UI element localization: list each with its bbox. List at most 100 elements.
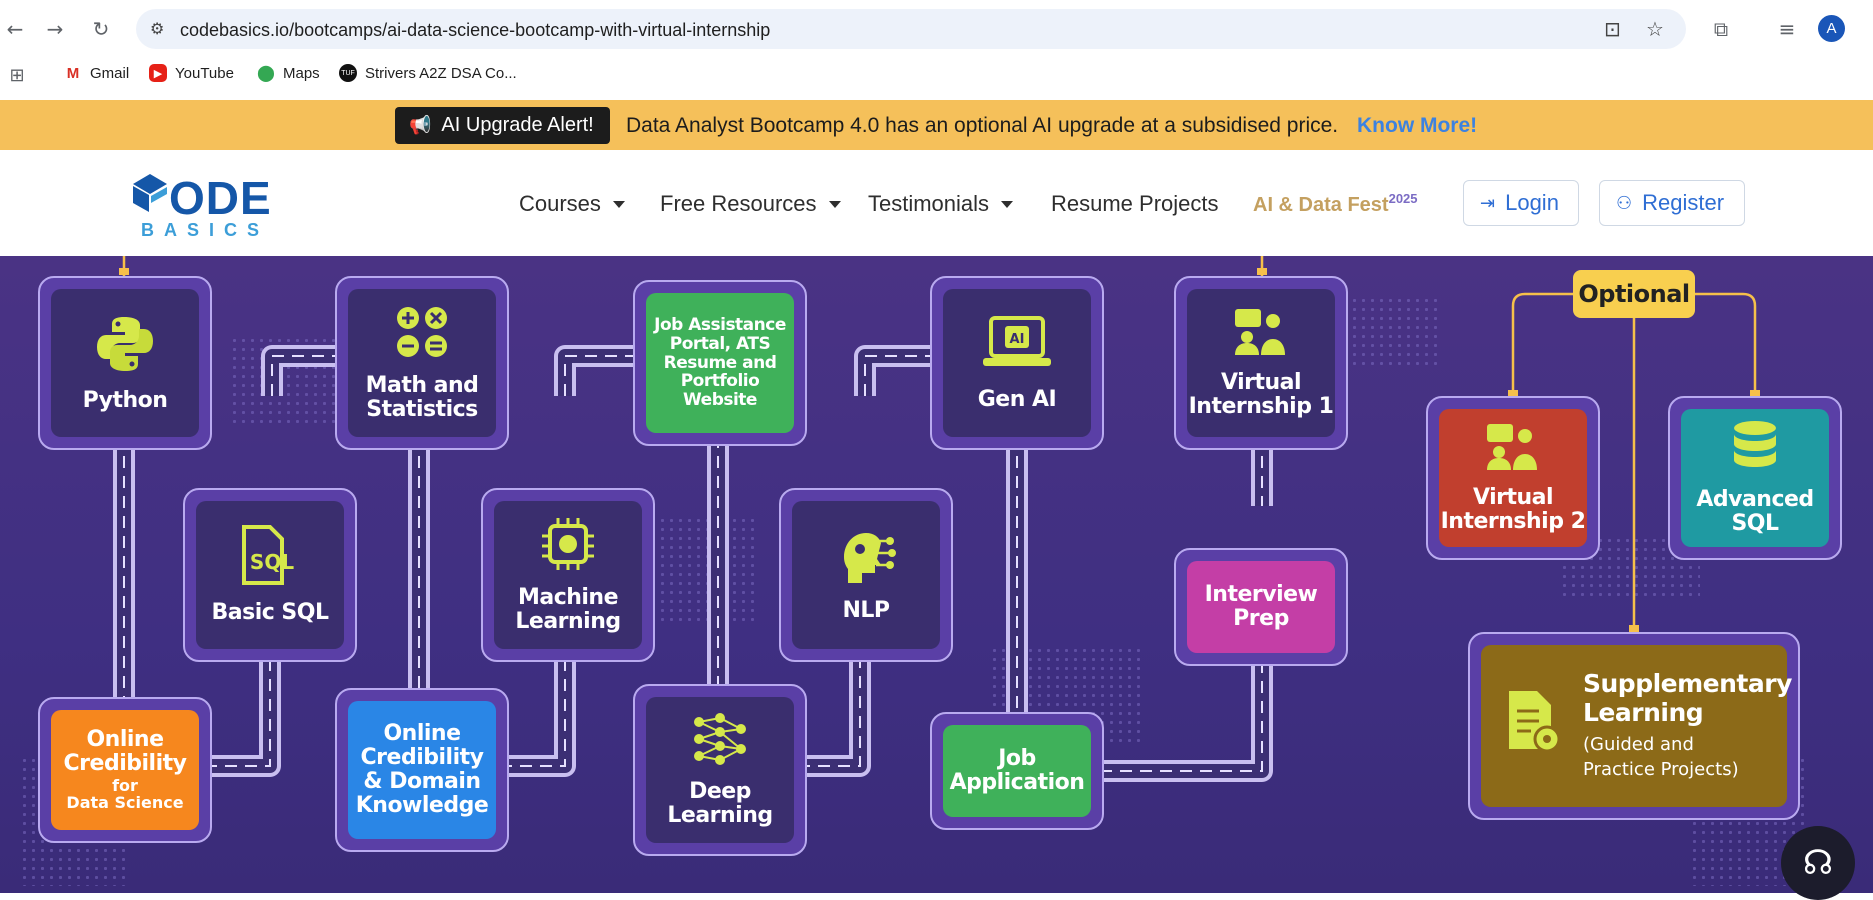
node-job-assistance-inner: Job Assistance Portal, ATS Resume and Po… xyxy=(646,293,794,433)
node-label: Python xyxy=(82,387,168,413)
node-online-credibility-ds[interactable]: Online Credibility for Data Science xyxy=(38,697,212,843)
media-control-icon[interactable]: ≡ xyxy=(1772,14,1802,44)
register-button[interactable]: ⚇ Register xyxy=(1599,180,1745,226)
node-machine-learning[interactable]: Machine Learning xyxy=(481,488,655,662)
codebasics-logo[interactable]: ODE BASICS xyxy=(131,172,291,242)
chevron-down-icon xyxy=(612,200,625,208)
logo-text-top: ODE xyxy=(169,172,272,224)
node-supp-inner: Supplementary Learning (Guided and Pract… xyxy=(1481,645,1792,807)
reload-icon[interactable]: ↻ xyxy=(86,14,116,44)
node-python-inner: Python xyxy=(51,289,199,437)
python-icon xyxy=(94,313,156,383)
node-label: Interview Prep xyxy=(1204,581,1318,631)
know-more-link[interactable]: Know More! xyxy=(1357,114,1477,138)
bookmark-youtube[interactable]: ▶ YouTube xyxy=(149,64,234,82)
fest-year: 2025 xyxy=(1388,191,1418,206)
browser-chrome: ← → ↻ ⚙ codebasics.io/bootcamps/ai-data-… xyxy=(0,0,1873,100)
url-text: codebasics.io/bootcamps/ai-data-science-… xyxy=(180,20,771,40)
presenter-icon xyxy=(1233,307,1289,365)
login-button[interactable]: ⇥ Login xyxy=(1463,180,1579,226)
site-info-icon[interactable]: ⚙ xyxy=(150,19,164,38)
node-gen-ai-inner: AI Gen AI xyxy=(943,289,1091,437)
bookmark-strivers[interactable]: TUF Strivers A2Z DSA Co... xyxy=(339,64,517,82)
node-vi1-inner: Virtual Internship 1 xyxy=(1187,289,1335,437)
node-label: Job Assistance Portal, ATS Resume and Po… xyxy=(654,315,786,411)
site-header: ODE BASICS Courses Free Resources Testim… xyxy=(0,150,1873,256)
logo-c-mark xyxy=(131,172,169,221)
support-chat-button[interactable]: ☊ xyxy=(1781,826,1855,900)
database-icon xyxy=(1732,420,1778,482)
node-label: Math and Statistics xyxy=(365,372,479,422)
node-dl-inner: Deep Learning xyxy=(646,697,794,843)
math-operations-icon xyxy=(394,304,450,368)
menu-label: Courses xyxy=(519,191,601,216)
login-icon: ⇥ xyxy=(1480,192,1496,214)
tuf-icon: TUF xyxy=(339,64,357,82)
node-interview-inner: Interview Prep xyxy=(1187,561,1335,653)
menu-label: Resume Projects xyxy=(1051,191,1219,216)
node-basic-sql-inner: SQL Basic SQL xyxy=(196,501,344,649)
node-supplementary-learning[interactable]: Supplementary Learning (Guided and Pract… xyxy=(1468,632,1800,820)
ai-laptop-icon: AI xyxy=(981,314,1053,382)
bookmark-label: YouTube xyxy=(175,64,234,82)
extensions-icon[interactable]: ⧉ xyxy=(1706,14,1736,44)
headset-icon: ☊ xyxy=(1802,843,1834,883)
bookmark-maps[interactable]: ⬤ Maps xyxy=(257,64,320,82)
optional-label: Optional xyxy=(1573,270,1695,318)
bookmark-label: Gmail xyxy=(90,64,130,82)
node-virtual-internship-1[interactable]: Virtual Internship 1 xyxy=(1174,276,1348,450)
node-label: Supplementary Learning xyxy=(1583,668,1792,727)
svg-text:SQL: SQL xyxy=(250,550,294,574)
node-job-assistance[interactable]: Job Assistance Portal, ATS Resume and Po… xyxy=(633,280,807,446)
node-gen-ai[interactable]: AI Gen AI xyxy=(930,276,1104,450)
node-label: Gen AI xyxy=(977,386,1057,412)
node-online-credibility-dk[interactable]: Online Credibility & Domain Knowledge xyxy=(335,688,509,852)
bootcamp-roadmap: Optional Python Math and Statistics Job … xyxy=(0,256,1873,893)
ai-data-fest-link[interactable]: AI & Data Fest2025 xyxy=(1253,191,1418,217)
node-sublabel: (Guided and Practice Projects) xyxy=(1583,734,1739,780)
node-python[interactable]: Python xyxy=(38,276,212,450)
apps-grid-icon[interactable]: ⊞ xyxy=(2,60,32,90)
node-label: Virtual Internship 1 xyxy=(1188,369,1334,419)
brain-chip-icon xyxy=(538,516,598,580)
sql-file-icon: SQL xyxy=(238,524,302,595)
profile-avatar[interactable]: A xyxy=(1818,15,1845,42)
register-user-icon: ⚇ xyxy=(1616,192,1633,214)
node-math-inner: Math and Statistics xyxy=(348,289,496,437)
node-interview-prep[interactable]: Interview Prep xyxy=(1174,548,1348,666)
node-job-app-inner: Job Application xyxy=(943,725,1091,817)
forward-icon[interactable]: → xyxy=(40,14,70,44)
node-math-statistics[interactable]: Math and Statistics xyxy=(335,276,509,450)
logo-text-bottom: BASICS xyxy=(141,220,270,240)
menu-courses[interactable]: Courses xyxy=(519,191,625,217)
bookmark-star-icon[interactable]: ☆ xyxy=(1646,17,1664,41)
node-basic-sql[interactable]: SQL Basic SQL xyxy=(183,488,357,662)
menu-label: Free Resources xyxy=(660,191,817,216)
node-job-application[interactable]: Job Application xyxy=(930,712,1104,830)
svg-text:AI: AI xyxy=(1010,332,1025,347)
bookmark-gmail[interactable]: M Gmail xyxy=(64,64,129,82)
node-nlp[interactable]: NLP xyxy=(779,488,953,662)
node-sublabel: for xyxy=(112,775,138,795)
node-vi2-inner: Virtual Internship 2 xyxy=(1439,409,1587,547)
register-label: Register xyxy=(1642,190,1725,215)
node-deep-learning[interactable]: Deep Learning xyxy=(633,684,807,856)
menu-free-resources[interactable]: Free Resources xyxy=(660,191,841,217)
node-cred-dk-inner: Online Credibility & Domain Knowledge xyxy=(348,701,496,839)
promo-banner: 📢 AI Upgrade Alert! Data Analyst Bootcam… xyxy=(0,100,1873,150)
node-label: Job Application xyxy=(949,745,1085,795)
node-label: Advanced SQL xyxy=(1696,486,1814,536)
install-app-icon[interactable]: ⊡ xyxy=(1604,17,1621,41)
node-label: Deep Learning xyxy=(667,778,773,828)
address-bar[interactable]: ⚙ codebasics.io/bootcamps/ai-data-scienc… xyxy=(136,9,1686,49)
presenter-icon xyxy=(1485,422,1541,480)
menu-testimonials[interactable]: Testimonials xyxy=(868,191,1014,217)
node-virtual-internship-2[interactable]: Virtual Internship 2 xyxy=(1426,396,1600,560)
youtube-icon: ▶ xyxy=(149,64,167,82)
menu-resume-projects[interactable]: Resume Projects xyxy=(1051,191,1219,217)
maps-icon: ⬤ xyxy=(257,64,275,82)
node-advanced-sql[interactable]: Advanced SQL xyxy=(1668,396,1842,560)
bookmark-label: Strivers A2Z DSA Co... xyxy=(365,64,517,82)
back-icon[interactable]: ← xyxy=(0,14,30,44)
node-label: Basic SQL xyxy=(211,599,329,625)
